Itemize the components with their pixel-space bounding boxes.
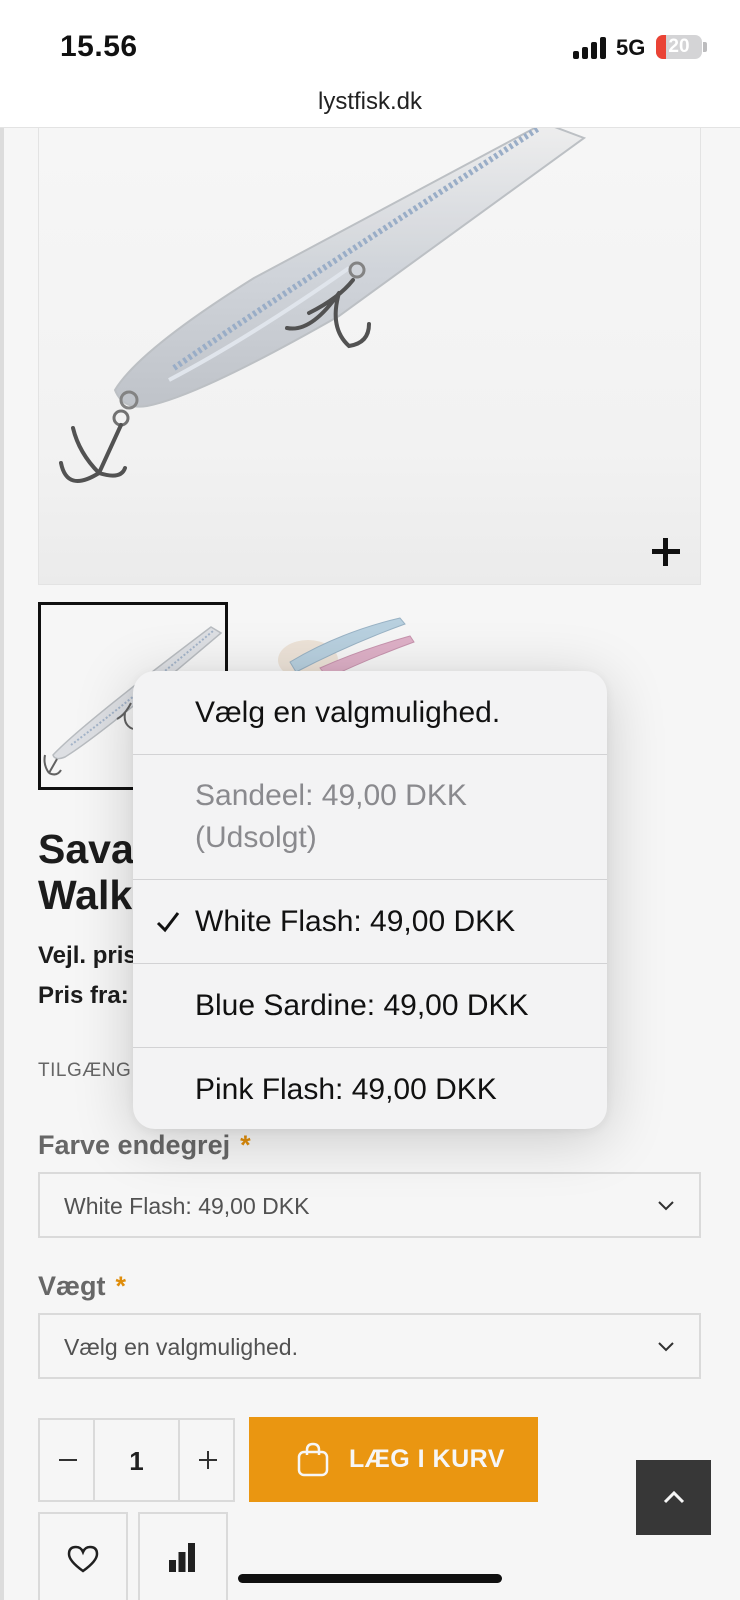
option-label: Sandeel: 49,00 DKK [195,779,467,812]
battery-level: 20 [668,36,690,57]
option-label: Vælg en valgmulighed. [195,696,501,729]
option-pink-flash[interactable]: Pink Flash: 49,00 DKK [133,1048,607,1129]
option-blue-sardine[interactable]: Blue Sardine: 49,00 DKK [133,964,607,1048]
status-time: 15.56 [60,30,138,63]
option-placeholder[interactable]: Vælg en valgmulighed. [133,671,607,755]
color-options-popup: Vælg en valgmulighed. Sandeel: 49,00 DKK… [133,671,607,1129]
option-label: Blue Sardine: 49,00 DKK [195,989,529,1022]
network-type: 5G [616,35,646,60]
battery-icon: 20 [656,35,702,59]
address-bar[interactable]: lystfisk.dk [0,84,740,128]
cellular-signal-icon [573,37,609,59]
url-text: lystfisk.dk [317,88,422,115]
battery-nub [703,42,707,52]
checkmark-icon [156,912,180,933]
status-bar: 15.56 5G 20 [0,0,740,84]
option-sandeel: Sandeel: 49,00 DKK (Udsolgt) [133,755,607,880]
option-label: Pink Flash: 49,00 DKK [195,1073,497,1106]
option-white-flash[interactable]: White Flash: 49,00 DKK [133,880,607,964]
option-sold-out-label: (Udsolgt) [195,821,317,854]
option-label: White Flash: 49,00 DKK [195,905,516,938]
